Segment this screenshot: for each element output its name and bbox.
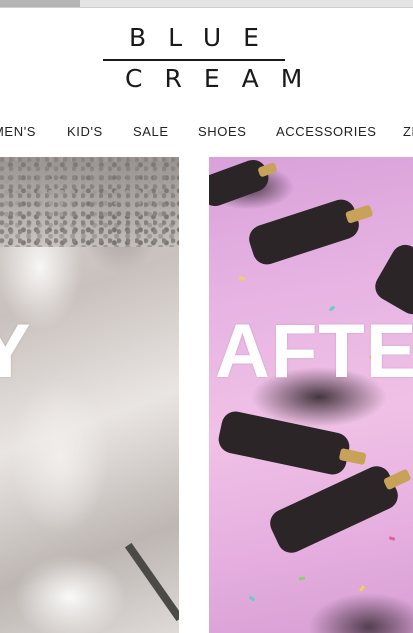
- sequin-dress-image: [0, 157, 179, 247]
- champagne-bottle-image: [216, 408, 367, 478]
- nav-item-sale[interactable]: SALE: [133, 122, 169, 142]
- main-navigation: MEN'S KID'S SALE SHOES ACCESSORIES ZE: [0, 122, 413, 144]
- champagne-bottle-image: [265, 461, 412, 558]
- nav-item-truncated[interactable]: ZE: [403, 122, 413, 142]
- nav-item-shoes[interactable]: SHOES: [198, 122, 247, 142]
- nav-item-kids[interactable]: KID'S: [67, 122, 103, 142]
- banner-right-heading: AFTE: [215, 309, 413, 394]
- logo-line-top: BLUE: [129, 23, 281, 52]
- champagne-bottle-image: [370, 239, 413, 320]
- promo-banner-left[interactable]: Y: [0, 157, 179, 633]
- logo-divider: [103, 59, 285, 61]
- promo-banner-right[interactable]: AFTE: [209, 157, 413, 633]
- nav-item-mens[interactable]: MEN'S: [0, 122, 36, 142]
- dress-strap-image: [124, 542, 179, 622]
- champagne-bottle-image: [209, 157, 278, 211]
- top-scroll-strip: [0, 0, 413, 8]
- brand-logo[interactable]: BLUE CREAM: [103, 23, 325, 93]
- logo-line-bottom: CREAM: [125, 64, 325, 93]
- page: BLUE CREAM MEN'S KID'S SALE SHOES ACCESS…: [0, 0, 413, 633]
- top-scroll-thumb[interactable]: [0, 0, 80, 7]
- banner-left-heading: Y: [0, 309, 32, 394]
- nav-item-accessories[interactable]: ACCESSORIES: [276, 122, 377, 142]
- champagne-bottle-image: [245, 195, 374, 269]
